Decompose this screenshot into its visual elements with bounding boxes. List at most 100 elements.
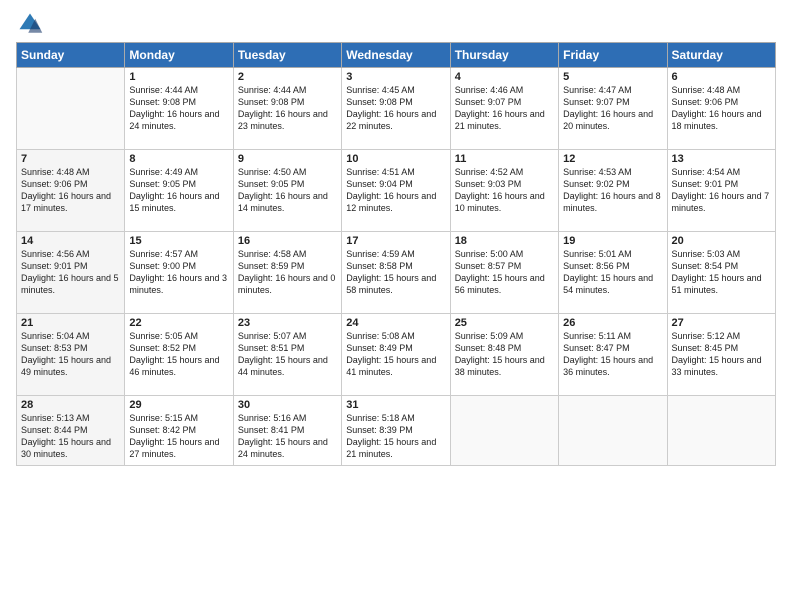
day-detail: Sunrise: 5:15 AM Sunset: 8:42 PM Dayligh…: [129, 412, 228, 461]
day-detail: Sunrise: 5:00 AM Sunset: 8:57 PM Dayligh…: [455, 248, 554, 297]
day-cell: 22Sunrise: 5:05 AM Sunset: 8:52 PM Dayli…: [125, 314, 233, 396]
day-cell: 28Sunrise: 5:13 AM Sunset: 8:44 PM Dayli…: [17, 396, 125, 466]
day-detail: Sunrise: 4:48 AM Sunset: 9:06 PM Dayligh…: [672, 84, 771, 133]
day-cell: 18Sunrise: 5:00 AM Sunset: 8:57 PM Dayli…: [450, 232, 558, 314]
header-day: Saturday: [667, 43, 775, 68]
day-detail: Sunrise: 4:58 AM Sunset: 8:59 PM Dayligh…: [238, 248, 337, 297]
day-number: 2: [238, 71, 337, 83]
day-cell: 9Sunrise: 4:50 AM Sunset: 9:05 PM Daylig…: [233, 150, 341, 232]
day-number: 10: [346, 153, 445, 165]
day-cell: 6Sunrise: 4:48 AM Sunset: 9:06 PM Daylig…: [667, 68, 775, 150]
day-detail: Sunrise: 4:56 AM Sunset: 9:01 PM Dayligh…: [21, 248, 120, 297]
day-detail: Sunrise: 4:53 AM Sunset: 9:02 PM Dayligh…: [563, 166, 662, 215]
day-detail: Sunrise: 5:18 AM Sunset: 8:39 PM Dayligh…: [346, 412, 445, 461]
day-cell: 7Sunrise: 4:48 AM Sunset: 9:06 PM Daylig…: [17, 150, 125, 232]
day-cell: 19Sunrise: 5:01 AM Sunset: 8:56 PM Dayli…: [559, 232, 667, 314]
day-number: 25: [455, 317, 554, 329]
day-detail: Sunrise: 4:47 AM Sunset: 9:07 PM Dayligh…: [563, 84, 662, 133]
header-day: Monday: [125, 43, 233, 68]
day-detail: Sunrise: 4:49 AM Sunset: 9:05 PM Dayligh…: [129, 166, 228, 215]
day-number: 26: [563, 317, 662, 329]
day-cell: 10Sunrise: 4:51 AM Sunset: 9:04 PM Dayli…: [342, 150, 450, 232]
header-row: SundayMondayTuesdayWednesdayThursdayFrid…: [17, 43, 776, 68]
day-number: 16: [238, 235, 337, 247]
week-row: 1Sunrise: 4:44 AM Sunset: 9:08 PM Daylig…: [17, 68, 776, 150]
day-detail: Sunrise: 4:44 AM Sunset: 9:08 PM Dayligh…: [238, 84, 337, 133]
day-number: 8: [129, 153, 228, 165]
week-row: 14Sunrise: 4:56 AM Sunset: 9:01 PM Dayli…: [17, 232, 776, 314]
day-cell: 14Sunrise: 4:56 AM Sunset: 9:01 PM Dayli…: [17, 232, 125, 314]
day-number: 22: [129, 317, 228, 329]
day-detail: Sunrise: 5:03 AM Sunset: 8:54 PM Dayligh…: [672, 248, 771, 297]
day-cell: 23Sunrise: 5:07 AM Sunset: 8:51 PM Dayli…: [233, 314, 341, 396]
day-number: 20: [672, 235, 771, 247]
day-number: 13: [672, 153, 771, 165]
day-cell: 15Sunrise: 4:57 AM Sunset: 9:00 PM Dayli…: [125, 232, 233, 314]
week-row: 7Sunrise: 4:48 AM Sunset: 9:06 PM Daylig…: [17, 150, 776, 232]
day-cell: 13Sunrise: 4:54 AM Sunset: 9:01 PM Dayli…: [667, 150, 775, 232]
day-cell: [450, 396, 558, 466]
day-cell: 29Sunrise: 5:15 AM Sunset: 8:42 PM Dayli…: [125, 396, 233, 466]
day-cell: [17, 68, 125, 150]
day-number: 6: [672, 71, 771, 83]
logo: [16, 10, 48, 38]
day-detail: Sunrise: 4:51 AM Sunset: 9:04 PM Dayligh…: [346, 166, 445, 215]
week-row: 21Sunrise: 5:04 AM Sunset: 8:53 PM Dayli…: [17, 314, 776, 396]
day-number: 7: [21, 153, 120, 165]
header-day: Sunday: [17, 43, 125, 68]
day-detail: Sunrise: 5:07 AM Sunset: 8:51 PM Dayligh…: [238, 330, 337, 379]
day-detail: Sunrise: 5:16 AM Sunset: 8:41 PM Dayligh…: [238, 412, 337, 461]
header: [16, 10, 776, 38]
day-detail: Sunrise: 5:08 AM Sunset: 8:49 PM Dayligh…: [346, 330, 445, 379]
day-detail: Sunrise: 4:48 AM Sunset: 9:06 PM Dayligh…: [21, 166, 120, 215]
day-cell: 31Sunrise: 5:18 AM Sunset: 8:39 PM Dayli…: [342, 396, 450, 466]
day-number: 11: [455, 153, 554, 165]
day-detail: Sunrise: 4:59 AM Sunset: 8:58 PM Dayligh…: [346, 248, 445, 297]
day-detail: Sunrise: 4:44 AM Sunset: 9:08 PM Dayligh…: [129, 84, 228, 133]
day-number: 3: [346, 71, 445, 83]
day-number: 23: [238, 317, 337, 329]
day-detail: Sunrise: 5:13 AM Sunset: 8:44 PM Dayligh…: [21, 412, 120, 461]
day-cell: 17Sunrise: 4:59 AM Sunset: 8:58 PM Dayli…: [342, 232, 450, 314]
day-detail: Sunrise: 5:01 AM Sunset: 8:56 PM Dayligh…: [563, 248, 662, 297]
day-number: 17: [346, 235, 445, 247]
day-number: 18: [455, 235, 554, 247]
day-detail: Sunrise: 5:04 AM Sunset: 8:53 PM Dayligh…: [21, 330, 120, 379]
header-day: Thursday: [450, 43, 558, 68]
day-cell: 8Sunrise: 4:49 AM Sunset: 9:05 PM Daylig…: [125, 150, 233, 232]
day-detail: Sunrise: 5:09 AM Sunset: 8:48 PM Dayligh…: [455, 330, 554, 379]
day-cell: 2Sunrise: 4:44 AM Sunset: 9:08 PM Daylig…: [233, 68, 341, 150]
day-detail: Sunrise: 4:52 AM Sunset: 9:03 PM Dayligh…: [455, 166, 554, 215]
day-number: 4: [455, 71, 554, 83]
day-cell: 3Sunrise: 4:45 AM Sunset: 9:08 PM Daylig…: [342, 68, 450, 150]
day-number: 9: [238, 153, 337, 165]
day-detail: Sunrise: 5:05 AM Sunset: 8:52 PM Dayligh…: [129, 330, 228, 379]
day-cell: 24Sunrise: 5:08 AM Sunset: 8:49 PM Dayli…: [342, 314, 450, 396]
day-detail: Sunrise: 4:54 AM Sunset: 9:01 PM Dayligh…: [672, 166, 771, 215]
day-detail: Sunrise: 5:11 AM Sunset: 8:47 PM Dayligh…: [563, 330, 662, 379]
day-cell: 5Sunrise: 4:47 AM Sunset: 9:07 PM Daylig…: [559, 68, 667, 150]
header-day: Friday: [559, 43, 667, 68]
day-number: 30: [238, 399, 337, 411]
day-cell: [559, 396, 667, 466]
day-detail: Sunrise: 4:45 AM Sunset: 9:08 PM Dayligh…: [346, 84, 445, 133]
day-number: 14: [21, 235, 120, 247]
day-cell: 4Sunrise: 4:46 AM Sunset: 9:07 PM Daylig…: [450, 68, 558, 150]
page: SundayMondayTuesdayWednesdayThursdayFrid…: [0, 0, 792, 612]
day-number: 19: [563, 235, 662, 247]
day-cell: 30Sunrise: 5:16 AM Sunset: 8:41 PM Dayli…: [233, 396, 341, 466]
logo-icon: [16, 10, 44, 38]
day-number: 15: [129, 235, 228, 247]
day-cell: 11Sunrise: 4:52 AM Sunset: 9:03 PM Dayli…: [450, 150, 558, 232]
day-number: 28: [21, 399, 120, 411]
day-detail: Sunrise: 4:46 AM Sunset: 9:07 PM Dayligh…: [455, 84, 554, 133]
day-detail: Sunrise: 5:12 AM Sunset: 8:45 PM Dayligh…: [672, 330, 771, 379]
day-cell: 25Sunrise: 5:09 AM Sunset: 8:48 PM Dayli…: [450, 314, 558, 396]
day-number: 27: [672, 317, 771, 329]
day-cell: 21Sunrise: 5:04 AM Sunset: 8:53 PM Dayli…: [17, 314, 125, 396]
day-number: 24: [346, 317, 445, 329]
day-cell: 16Sunrise: 4:58 AM Sunset: 8:59 PM Dayli…: [233, 232, 341, 314]
week-row: 28Sunrise: 5:13 AM Sunset: 8:44 PM Dayli…: [17, 396, 776, 466]
day-cell: 27Sunrise: 5:12 AM Sunset: 8:45 PM Dayli…: [667, 314, 775, 396]
day-number: 29: [129, 399, 228, 411]
